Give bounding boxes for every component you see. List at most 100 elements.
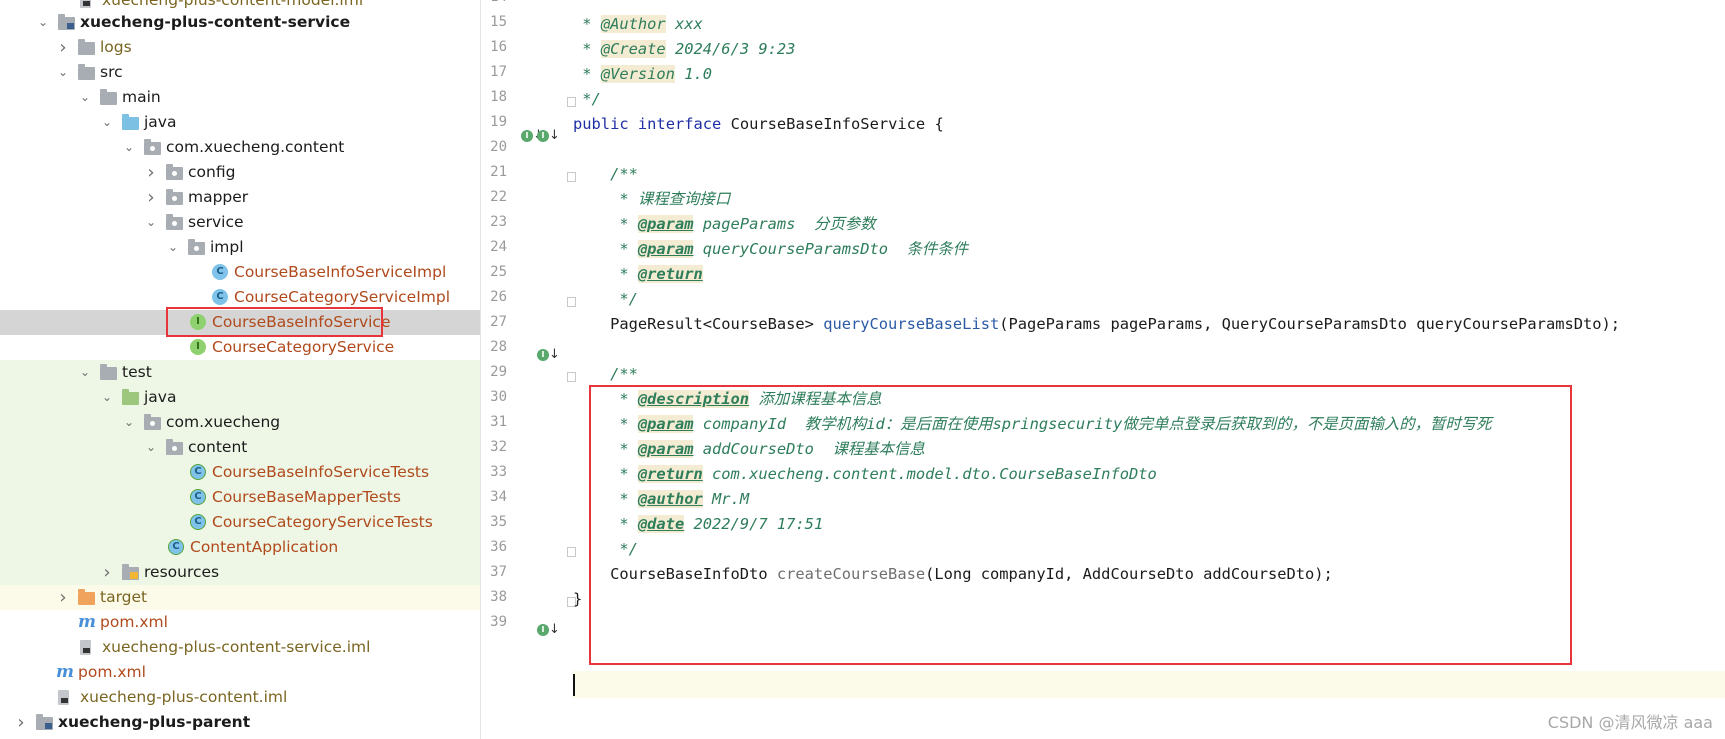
folder-icon: [78, 589, 95, 605]
editor-gutter: 1415161718192021222324252627282930313233…: [481, 0, 576, 739]
tree-item[interactable]: C CourseBaseInfoServiceImpl: [0, 260, 480, 285]
folder-icon: [122, 389, 139, 405]
implementation-icon[interactable]: I: [537, 624, 549, 636]
tree-item[interactable]: C CourseBaseInfoServiceTests: [0, 460, 480, 485]
tree-item[interactable]: ⌄ impl: [0, 235, 480, 260]
folder-icon: [144, 139, 161, 155]
chevron-right-icon[interactable]: ›: [144, 185, 158, 210]
folder-icon: [36, 714, 53, 730]
code-line-39-current[interactable]: [573, 671, 1725, 698]
tree-item[interactable]: ⌄ src: [0, 60, 480, 85]
code-line-16: * @Create 2024/6/3 9:23: [573, 40, 796, 58]
tree-item[interactable]: › resources: [0, 560, 480, 585]
chevron-down-icon[interactable]: ⌄: [144, 435, 158, 460]
chevron-down-icon[interactable]: ⌄: [100, 110, 114, 135]
tree-item[interactable]: › xuecheng-plus-parent: [0, 710, 480, 735]
chevron-down-icon[interactable]: ⌄: [56, 60, 70, 85]
tree-item[interactable]: ⌄ java: [0, 110, 480, 135]
folder-icon: [100, 89, 117, 105]
tree-item[interactable]: › mapper: [0, 185, 480, 210]
tree-item[interactable]: m pom.xml: [0, 610, 480, 635]
tree-item[interactable]: ⌄ com.xuecheng.content: [0, 135, 480, 160]
folder-icon: [122, 114, 139, 130]
line-number: 37: [490, 564, 507, 580]
tree-item[interactable]: ⌄ java: [0, 385, 480, 410]
maven-icon: m: [78, 612, 96, 632]
tree-item-label: CourseBaseInfoServiceTests: [212, 463, 430, 481]
tree-item-label: com.xuecheng: [166, 413, 281, 431]
chevron-right-icon[interactable]: ›: [56, 35, 70, 60]
line-number: 15: [490, 14, 507, 30]
chevron-right-icon[interactable]: ›: [56, 585, 70, 610]
line-number: 19: [490, 114, 507, 130]
watermark: CSDN @清风微凉 aaa: [1547, 713, 1713, 732]
chevron-down-icon[interactable]: ⌄: [100, 385, 114, 410]
tree-item-label: resources: [144, 563, 220, 581]
code-editor[interactable]: * * @Author xxx * @Create 2024/6/3 9:23 …: [573, 0, 1725, 739]
tree-item-label: impl: [210, 238, 244, 256]
tree-item[interactable]: ⌄ content: [0, 435, 480, 460]
test-class-icon: C: [190, 464, 206, 480]
line-number: 24: [490, 239, 507, 255]
tree-item[interactable]: C ContentApplication: [0, 535, 480, 560]
tree-item[interactable]: ⌄ test: [0, 360, 480, 385]
tree-item-label: CourseBaseMapperTests: [212, 488, 401, 506]
folder-icon: [100, 364, 117, 380]
tree-item[interactable]: ⌄ main: [0, 85, 480, 110]
chevron-right-icon[interactable]: ›: [100, 560, 114, 585]
chevron-down-icon[interactable]: ⌄: [78, 85, 92, 110]
class-icon: C: [212, 264, 228, 280]
tree-item[interactable]: I CourseCategoryService: [0, 335, 480, 360]
tree-item-label: test: [122, 363, 152, 381]
maven-icon: m: [56, 662, 74, 682]
tree-item-label: config: [188, 163, 236, 181]
tree-item[interactable]: C CourseCategoryServiceTests: [0, 510, 480, 535]
chevron-down-icon[interactable]: ⌄: [122, 135, 136, 160]
chevron-right-icon[interactable]: ›: [144, 160, 158, 185]
line-number: 22: [490, 189, 507, 205]
tree-item[interactable]: xuecheng-plus-content-service.iml: [0, 635, 480, 660]
code-line-14: *: [573, 0, 591, 11]
tree-item[interactable]: C CourseBaseMapperTests: [0, 485, 480, 510]
line-number: 38: [490, 589, 507, 605]
selected-item-highlight-box: [166, 307, 383, 337]
line-number: 34: [490, 489, 507, 505]
code-line-23: * @param pageParams 分页参数: [573, 215, 876, 233]
tree-item[interactable]: ⌄ com.xuecheng: [0, 410, 480, 435]
chevron-down-icon[interactable]: ⌄: [144, 210, 158, 235]
code-line-26: */: [573, 290, 638, 308]
implementation-icon[interactable]: I: [537, 349, 549, 361]
tree-item[interactable]: › config: [0, 160, 480, 185]
chevron-down-icon[interactable]: ⌄: [78, 360, 92, 385]
line-number: 17: [490, 64, 507, 80]
text-caret: [573, 674, 575, 696]
chevron-right-icon[interactable]: ›: [14, 710, 28, 735]
tree-item[interactable]: m pom.xml: [0, 660, 480, 685]
implementation-icon[interactable]: I: [537, 130, 549, 142]
interface-icon: I: [190, 339, 206, 355]
folder-icon: [58, 14, 75, 30]
chevron-down-icon[interactable]: ⌄: [36, 10, 50, 35]
line-number: 23: [490, 214, 507, 230]
test-class-icon: C: [168, 539, 184, 555]
tree-item-label: java: [144, 113, 177, 131]
tree-item[interactable]: › target: [0, 585, 480, 610]
chevron-down-icon[interactable]: ⌄: [122, 410, 136, 435]
tree-item-label: mapper: [188, 188, 249, 206]
chevron-down-icon[interactable]: ⌄: [166, 235, 180, 260]
tree-item-label: CourseCategoryService: [212, 338, 395, 356]
line-number: 18: [490, 89, 507, 105]
implemented-by-icon[interactable]: I: [521, 130, 533, 142]
folder-icon: [166, 214, 183, 230]
folder-icon: [144, 414, 161, 430]
folder-icon: [188, 239, 205, 255]
folder-icon: [122, 564, 139, 580]
line-number: 39: [490, 614, 507, 630]
tree-item[interactable]: ⌄ service: [0, 210, 480, 235]
tree-item[interactable]: › logs: [0, 35, 480, 60]
down-arrow-icon: ↓: [549, 128, 560, 143]
tree-item[interactable]: ⌄ xuecheng-plus-content-service: [0, 10, 480, 35]
tree-item[interactable]: xuecheng-plus-content.iml: [0, 685, 480, 710]
down-arrow-icon: ↓: [549, 347, 560, 362]
tree-item-label: pom.xml: [100, 613, 168, 631]
